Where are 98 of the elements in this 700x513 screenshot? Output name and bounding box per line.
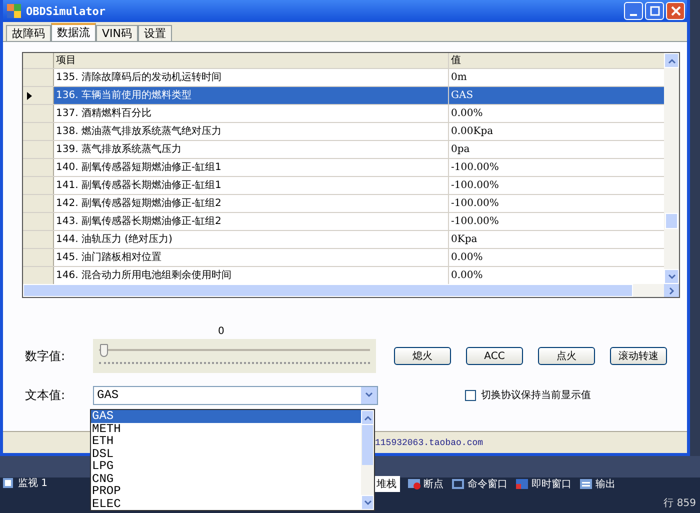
checkbox[interactable] — [465, 390, 476, 400]
table-cell: 140. 副氧传感器短期燃油修正-缸组1 — [54, 159, 449, 176]
action-button[interactable]: 滚动转速 — [610, 347, 667, 365]
table-cell-text: 0m — [450, 71, 468, 85]
ide-tab[interactable]: 即时窗口 — [516, 476, 572, 492]
action-button[interactable]: 熄火 — [394, 347, 451, 365]
table-cell: 142. 副氧传感器短期燃油修正-缸组2 — [54, 195, 449, 212]
dropdown-button[interactable] — [361, 386, 377, 404]
watch-icon — [2, 477, 14, 489]
table-row[interactable]: 137. 酒精燃料百分比 0.00% — [23, 105, 664, 123]
table-cell: 144. 油轨压力 (绝对压力) — [54, 231, 449, 248]
table-cell: GAS — [449, 87, 664, 104]
window-icon — [516, 478, 529, 490]
table-row[interactable]: 142. 副氧传感器短期燃油修正-缸组2 -100.00% — [23, 195, 664, 213]
table-row[interactable]: 144. 油轨压力 (绝对压力) 0Kpa — [23, 231, 664, 249]
breakpoint-icon — [408, 478, 421, 490]
scroll-down-button[interactable] — [664, 269, 679, 284]
slider-thumb[interactable] — [100, 344, 108, 357]
table-cell-text: 0.00% — [450, 107, 484, 121]
table-row[interactable]: 138. 燃油蒸气排放系统蒸气绝对压力 0.00Kpa — [23, 123, 664, 141]
slider-value: 0 — [218, 326, 224, 337]
ide-tab[interactable]: 命令窗口 — [452, 476, 508, 492]
scroll-right-button[interactable] — [664, 284, 679, 297]
table-cell-text: 0Kpa — [450, 233, 478, 247]
status-text: 115932063.taobao.com — [375, 438, 484, 448]
table-cell: 145. 油门踏板相对位置 — [54, 249, 449, 266]
action-button[interactable]: ACC — [466, 347, 523, 365]
table-row[interactable]: 143. 副氧传感器长期燃油修正-缸组2 -100.00% — [23, 213, 664, 231]
console-icon — [452, 478, 465, 490]
dropdown-option[interactable]: GAS — [91, 410, 361, 422]
table-row[interactable]: 140. 副氧传感器短期燃油修正-缸组1 -100.00% — [23, 159, 664, 177]
table-cell: 137. 酒精燃料百分比 — [54, 105, 449, 122]
dropdown-option[interactable]: DSL — [91, 448, 361, 460]
caret-down-icon — [668, 274, 676, 280]
table-cell-text: -100.00% — [450, 179, 500, 193]
line-number: 行 859 — [664, 496, 696, 510]
scroll-thumb[interactable] — [665, 213, 678, 229]
action-button[interactable]: 点火 — [538, 347, 595, 365]
table-cell-text: 0.00% — [450, 251, 484, 265]
tab[interactable]: 数据流 — [51, 23, 96, 41]
table-row[interactable]: 145. 油门踏板相对位置 0.00% — [23, 249, 664, 267]
table-cell: 143. 副氧传感器长期燃油修正-缸组2 — [54, 213, 449, 230]
row-pointer-icon — [27, 92, 32, 100]
table-cell-text: -100.00% — [450, 161, 500, 175]
dropdown-option[interactable]: CNG — [91, 472, 361, 485]
caret-down-icon — [364, 500, 372, 506]
table-row[interactable]: 139. 蒸气排放系统蒸气压力 0pa — [23, 141, 664, 159]
table-cell-text: -100.00% — [450, 215, 500, 229]
tab[interactable]: 设置 — [138, 25, 172, 41]
caret-up-icon — [668, 58, 676, 64]
table-cell: 138. 燃油蒸气排放系统蒸气绝对压力 — [54, 123, 449, 140]
vertical-scrollbar[interactable] — [664, 53, 679, 284]
checkbox-label: 切换协议保持当前显示值 — [481, 388, 591, 402]
ide-tab[interactable]: 输出 — [580, 476, 616, 492]
dropdown-option[interactable]: ELEC — [91, 498, 361, 510]
numeric-value-label: 数字值: — [24, 348, 66, 364]
scroll-up-button[interactable] — [361, 410, 374, 425]
table-cell: 139. 蒸气排放系统蒸气压力 — [54, 141, 449, 158]
value-slider[interactable] — [93, 339, 376, 373]
tab[interactable]: VIN码 — [96, 25, 138, 41]
app-icon — [7, 4, 21, 18]
table-cell: 141. 副氧传感器长期燃油修正-缸组1 — [54, 177, 449, 194]
close-icon — [670, 6, 680, 16]
table-cell: 136. 车辆当前使用的燃料类型 — [54, 87, 449, 104]
scroll-up-button[interactable] — [664, 53, 679, 68]
column-header: 值 — [450, 54, 462, 68]
text-value-dropdown[interactable]: GAS — [93, 386, 378, 404]
dropdown-option[interactable]: METH — [91, 422, 361, 435]
dropdown-scrollbar[interactable] — [361, 410, 374, 510]
ide-tab[interactable]: 断点 — [408, 476, 444, 492]
dropdown-option[interactable]: PROP — [91, 485, 361, 498]
ide-tab[interactable]: 堆栈 — [374, 476, 400, 492]
caret-right-icon — [668, 286, 674, 294]
watch-tab[interactable]: 监视 1 — [2, 476, 48, 490]
scroll-down-button[interactable] — [361, 495, 374, 510]
row-header[interactable] — [23, 87, 54, 104]
column-header: 项目 — [54, 53, 449, 68]
maximize-icon — [650, 6, 660, 16]
table-cell-text: 0.00Kpa — [450, 125, 494, 139]
text-value-label: 文本值: — [24, 386, 66, 404]
scroll-thumb[interactable] — [362, 425, 373, 465]
table-row[interactable]: 136. 车辆当前使用的燃料类型 GAS — [23, 87, 664, 105]
table-cell-text: 0pa — [450, 143, 471, 157]
table-cell: 135. 清除故障码后的发动机运转时间 — [54, 69, 449, 86]
caret-down-icon — [365, 392, 373, 398]
table-cell-text: 0.00% — [450, 269, 484, 283]
minimize-icon — [630, 14, 637, 16]
table-cell-text: -100.00% — [450, 197, 500, 211]
table-row[interactable]: 141. 副氧传感器长期燃油修正-缸组1 -100.00% — [23, 177, 664, 195]
tab[interactable]: 故障码 — [6, 25, 51, 41]
window-title: OBDSimulator — [26, 4, 106, 18]
dropdown-option[interactable]: LPG — [91, 460, 361, 472]
maximize-button[interactable] — [645, 2, 664, 20]
minimize-button[interactable] — [624, 2, 643, 20]
caret-up-icon — [364, 414, 372, 420]
list-icon — [580, 478, 593, 490]
dropdown-option[interactable]: ETH — [91, 435, 361, 448]
close-button[interactable] — [666, 2, 685, 20]
